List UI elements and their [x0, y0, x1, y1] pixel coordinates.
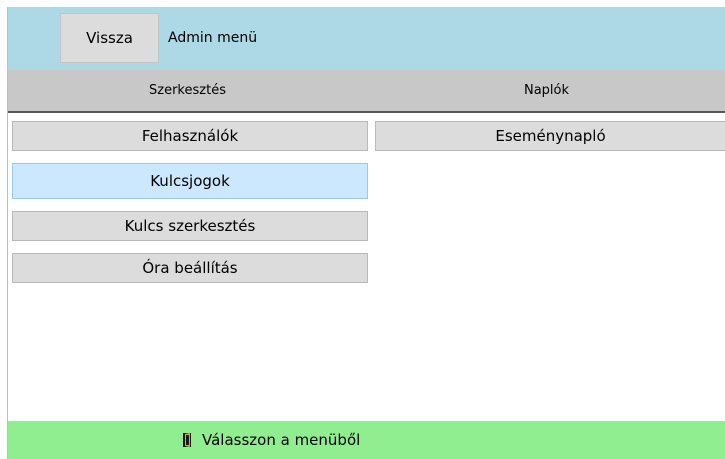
key-editing-button[interactable]: Kulcs szerkesztés [12, 211, 368, 241]
header-bar: Vissza Admin menü [8, 7, 725, 70]
event-log-button[interactable]: Eseménynapló [375, 121, 725, 151]
admin-window: Vissza Admin menü Szerkesztés Naplók Fel… [7, 7, 725, 459]
page-title: Admin menü [168, 30, 258, 46]
back-button[interactable]: Vissza [60, 13, 159, 63]
users-button[interactable]: Felhasználók [12, 121, 368, 151]
editing-menu: Felhasználók Kulcsjogok Kulcs szerkeszté… [12, 121, 368, 295]
door-icon [182, 432, 192, 448]
tab-bar: Szerkesztés Naplók [8, 70, 725, 113]
tab-editing[interactable]: Szerkesztés [8, 70, 367, 111]
logs-menu: Eseménynapló [375, 121, 725, 163]
clock-settings-button[interactable]: Óra beállítás [12, 253, 368, 283]
key-permissions-button[interactable]: Kulcsjogok [12, 163, 368, 199]
status-text: Válasszon a menüből [202, 431, 361, 449]
tab-logs[interactable]: Naplók [367, 70, 725, 111]
status-bar: Válasszon a menüből [8, 421, 725, 459]
